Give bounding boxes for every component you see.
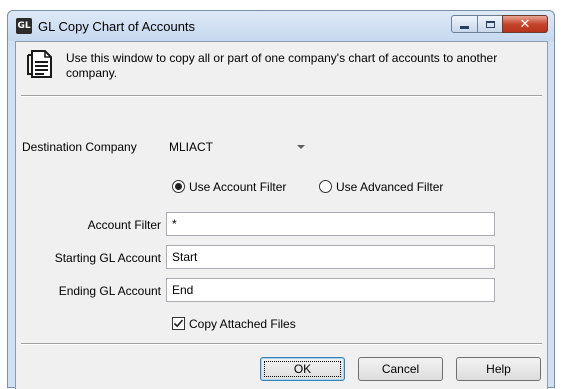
close-icon: ✕ bbox=[519, 16, 531, 32]
minimize-icon bbox=[460, 25, 469, 29]
window-frame: GL GL Copy Chart of Accounts ✕ Use this … bbox=[7, 10, 555, 389]
dialog-client-area: Use this window to copy all or part of o… bbox=[15, 41, 548, 389]
destination-company-label: Destination Company bbox=[22, 140, 137, 154]
destination-company-dropdown[interactable]: MLIACT bbox=[166, 137, 309, 157]
use-advanced-filter-radio[interactable] bbox=[319, 180, 332, 193]
title-bar[interactable]: GL GL Copy Chart of Accounts ✕ bbox=[8, 11, 554, 41]
starting-gl-account-input[interactable] bbox=[166, 245, 495, 269]
use-advanced-filter-label[interactable]: Use Advanced Filter bbox=[336, 180, 443, 194]
info-text: Use this window to copy all or part of o… bbox=[66, 51, 498, 80]
copy-attached-files-label[interactable]: Copy Attached Files bbox=[189, 317, 296, 331]
divider bbox=[21, 343, 542, 345]
ok-button[interactable]: OK bbox=[260, 357, 345, 381]
account-filter-label: Account Filter bbox=[87, 218, 161, 232]
checkmark-icon bbox=[173, 319, 184, 328]
maximize-button[interactable] bbox=[477, 15, 503, 33]
minimize-button[interactable] bbox=[451, 15, 478, 33]
close-button[interactable]: ✕ bbox=[502, 15, 548, 33]
cancel-button-label: Cancel bbox=[381, 362, 420, 376]
copy-attached-files-checkbox[interactable] bbox=[172, 317, 185, 330]
divider bbox=[21, 95, 542, 97]
window-title: GL Copy Chart of Accounts bbox=[38, 19, 196, 34]
use-account-filter-radio[interactable] bbox=[172, 180, 185, 193]
focus-rectangle bbox=[264, 361, 341, 377]
chevron-down-icon[interactable] bbox=[297, 145, 305, 149]
starting-gl-account-label: Starting GL Account bbox=[54, 251, 161, 265]
maximize-icon bbox=[485, 20, 495, 28]
info-section: Use this window to copy all or part of o… bbox=[26, 47, 537, 87]
destination-company-value: MLIACT bbox=[169, 140, 214, 154]
use-account-filter-label[interactable]: Use Account Filter bbox=[189, 180, 286, 194]
window-controls: ✕ bbox=[451, 15, 548, 33]
help-button-label: Help bbox=[486, 362, 511, 376]
app-icon: GL bbox=[16, 18, 32, 34]
account-filter-input[interactable] bbox=[166, 212, 495, 236]
document-icon bbox=[27, 50, 52, 78]
help-button[interactable]: Help bbox=[456, 357, 541, 381]
cancel-button[interactable]: Cancel bbox=[358, 357, 443, 381]
ending-gl-account-label: Ending GL Account bbox=[58, 284, 161, 298]
ending-gl-account-input[interactable] bbox=[166, 278, 495, 302]
